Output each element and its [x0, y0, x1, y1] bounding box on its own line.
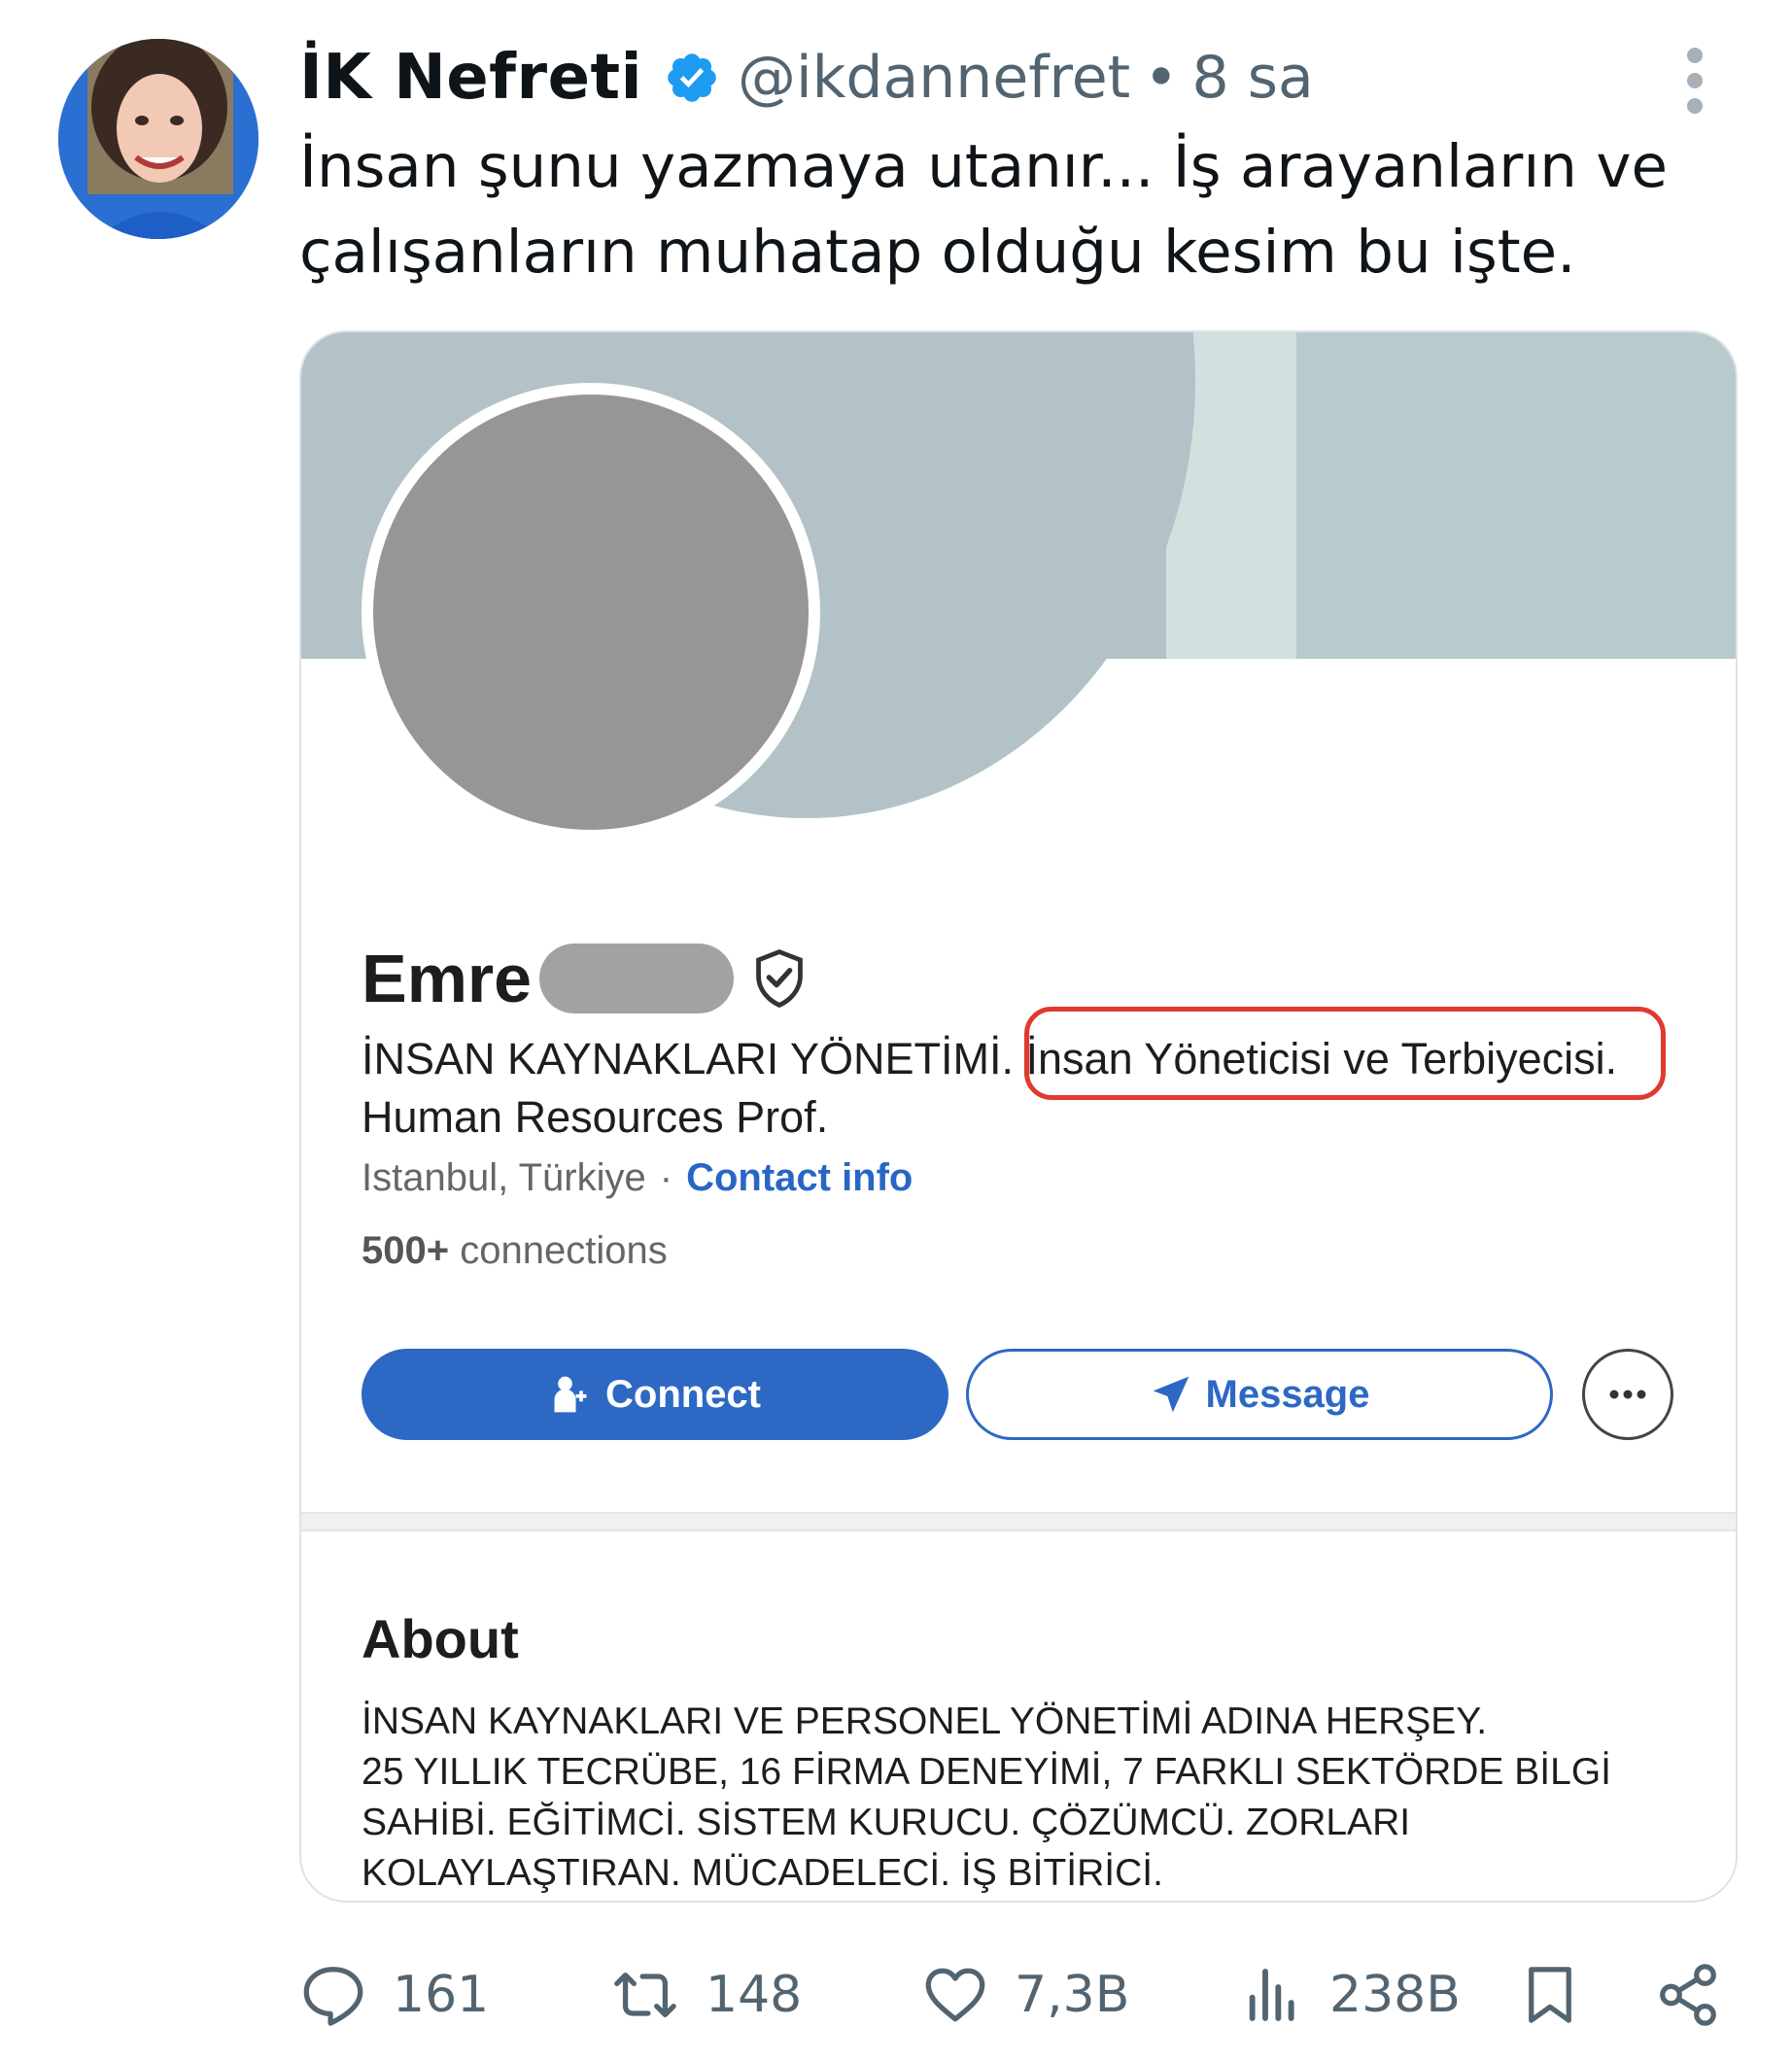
connections-count: 500+	[362, 1229, 450, 1272]
message-button[interactable]: Message	[966, 1349, 1553, 1440]
reply-button[interactable]: 161	[299, 1951, 489, 2039]
header-separator: •	[1144, 44, 1179, 112]
connections-row: 500+ connections	[362, 1229, 668, 1273]
headline-line2: Human Resources Prof.	[362, 1092, 829, 1142]
retweet-button[interactable]: 148	[610, 1951, 802, 2039]
verified-badge-icon	[668, 53, 716, 102]
section-divider	[301, 1512, 1736, 1531]
tweet-text: İnsan şunu yazmaya utanır... İş arayanla…	[299, 132, 1668, 287]
location-separator: ·	[659, 1156, 673, 1199]
connect-button[interactable]: Connect	[362, 1349, 948, 1440]
author-avatar[interactable]	[58, 39, 258, 239]
more-vertical-icon[interactable]	[1673, 47, 1716, 115]
send-icon	[1153, 1376, 1189, 1413]
message-label: Message	[1205, 1372, 1370, 1416]
like-button[interactable]: 7,3B	[921, 1951, 1129, 2039]
like-icon	[925, 1968, 985, 2022]
views-button[interactable]: 238B	[1242, 1951, 1461, 2039]
redacted-surname	[539, 944, 735, 1013]
connections-label: connections	[460, 1229, 668, 1272]
author-display-name[interactable]: İK Nefreti	[299, 42, 642, 114]
contact-info-link[interactable]: Contact info	[686, 1156, 913, 1199]
connect-label: Connect	[605, 1372, 761, 1416]
share-icon	[1660, 1964, 1716, 2026]
bookmark-icon	[1529, 1967, 1571, 2023]
retweet-icon	[614, 1972, 676, 2018]
profile-location: Istanbul, Türkiye	[362, 1156, 646, 1199]
headline-part1: İNSAN KAYNAKLARI YÖNETİMİ.	[362, 1034, 1015, 1083]
bookmark-button[interactable]	[1518, 1951, 1582, 2039]
reply-count: 161	[393, 1966, 490, 2024]
share-button[interactable]	[1654, 1951, 1722, 2039]
profile-name-row: Emre	[362, 935, 808, 1022]
red-highlight-box	[1024, 1007, 1666, 1100]
views-icon	[1249, 1969, 1294, 2021]
more-horizontal-icon	[1609, 1390, 1646, 1399]
add-person-icon	[554, 1376, 587, 1413]
about-heading: About	[362, 1608, 519, 1669]
profile-first-name: Emre	[362, 941, 533, 1016]
tweet-timestamp[interactable]: 8 sa	[1192, 44, 1314, 112]
attached-image[interactable]: Emre İNSAN KAYNAKLARI YÖNETİMİ. İnsan Yö…	[299, 330, 1738, 1903]
tweet-action-bar: 161 148 7,3B 238B	[299, 1951, 1738, 2039]
profile-photo-placeholder	[362, 383, 820, 841]
shield-check-icon	[756, 949, 803, 1009]
author-handle[interactable]: @ikdannefret	[738, 44, 1130, 112]
about-text: İNSAN KAYNAKLARI VE PERSONEL YÖNETİMİ AD…	[362, 1700, 1611, 1894]
tweet-header: İK Nefreti @ikdannefret • 8 sa	[299, 41, 1314, 115]
retweet-count: 148	[706, 1966, 803, 2024]
like-count: 7,3B	[1015, 1966, 1130, 2024]
views-count: 238B	[1329, 1966, 1461, 2024]
more-options-button[interactable]	[1582, 1349, 1673, 1440]
location-row: Istanbul, Türkiye · Contact info	[362, 1156, 913, 1200]
reply-icon	[303, 1967, 363, 2026]
